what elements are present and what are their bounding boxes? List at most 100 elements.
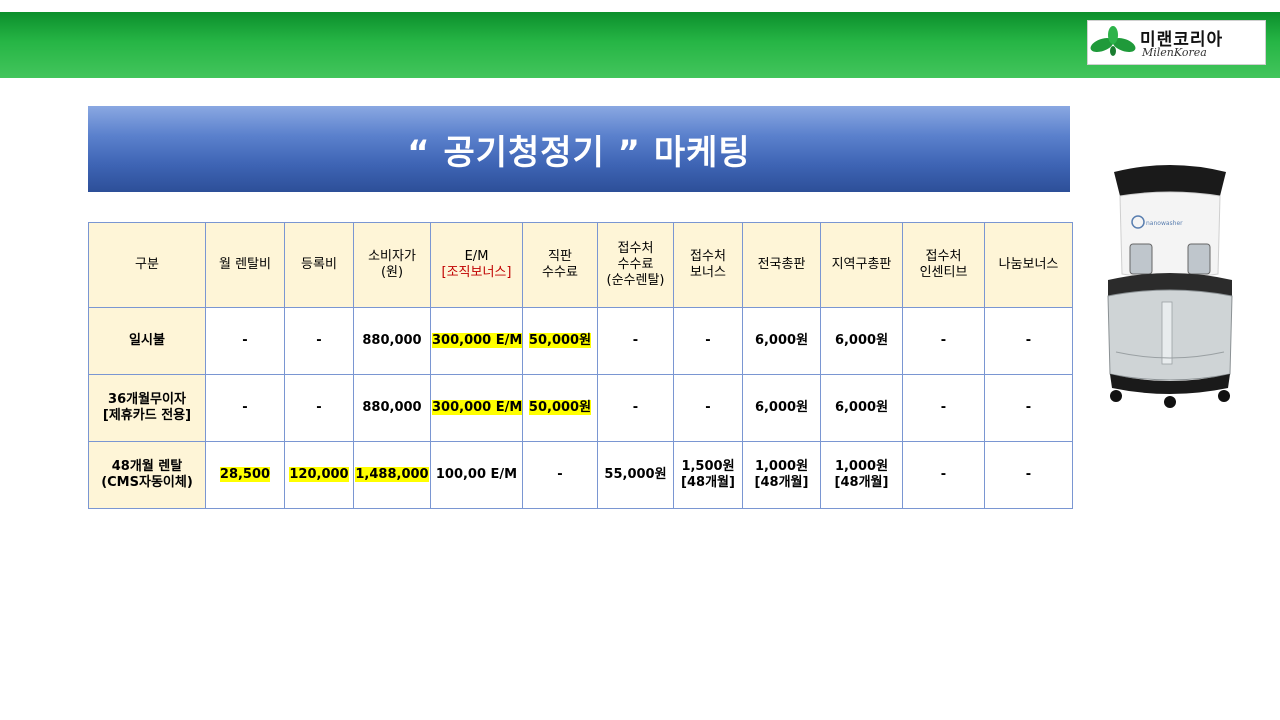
column-header: 월 렌탈비 bbox=[205, 222, 285, 308]
table-cell: 6,000원 bbox=[742, 307, 821, 375]
page-title: “ 공기청정기 ” 마케팅 bbox=[407, 132, 751, 173]
table-cell: 1,488,000 bbox=[353, 441, 431, 509]
cell-line: 접수처 bbox=[690, 249, 726, 264]
cell-line: 28,500 bbox=[219, 467, 271, 482]
column-header: 구분 bbox=[88, 222, 206, 308]
column-header: 접수처 수수료 (순수렌탈) bbox=[597, 222, 674, 308]
purifier-window-left bbox=[1129, 243, 1153, 275]
highlighted-value: 1,488,000 bbox=[355, 467, 429, 482]
cell-line: 100,00 E/M bbox=[435, 467, 518, 482]
column-header: 지역구총판 bbox=[820, 222, 903, 308]
cell-line: - bbox=[1025, 400, 1032, 415]
cell-line: 수수료 bbox=[542, 265, 578, 280]
cell-line: 50,000원 bbox=[528, 333, 592, 348]
table-cell: 6,000원 bbox=[742, 374, 821, 442]
table-cell: 28,500 bbox=[205, 441, 285, 509]
table-row: 일시불 - - 880,000 300,000 E/M 50,000원 - - 6,000원 6,… bbox=[88, 307, 1073, 375]
cell-line: 구분 bbox=[135, 257, 159, 272]
cell-line: 1,500원 bbox=[681, 459, 735, 474]
cell-line: [조직보너스] bbox=[441, 265, 512, 280]
wheel-left bbox=[1110, 390, 1122, 402]
cell-line: - bbox=[632, 333, 639, 348]
table-cell: 120,000 bbox=[284, 441, 354, 509]
cell-line: 6,000원 bbox=[834, 333, 889, 348]
cell-line: 50,000원 bbox=[528, 400, 592, 415]
table-cell: 300,000 E/M bbox=[430, 374, 523, 442]
cell-line: 직판 bbox=[548, 249, 572, 264]
table-cell: - bbox=[984, 374, 1073, 442]
table-cell: 50,000원 bbox=[522, 307, 598, 375]
cell-line: - bbox=[316, 400, 322, 415]
cell-line: 1,000원 bbox=[834, 459, 889, 474]
cell-line: 소비자가 bbox=[368, 249, 416, 264]
cell-line: 6,000원 bbox=[754, 400, 809, 415]
table-cell: 6,000원 bbox=[820, 374, 903, 442]
table-cell: - bbox=[597, 307, 674, 375]
table-cell: 880,000 bbox=[353, 307, 431, 375]
table-cell: 100,00 E/M bbox=[430, 441, 523, 509]
title-banner: “ 공기청정기 ” 마케팅 bbox=[88, 106, 1070, 192]
cell-line: 48개월 렌탈 bbox=[111, 459, 183, 474]
column-header: 등록비 bbox=[284, 222, 354, 308]
cell-line: (CMS자동이체) bbox=[101, 475, 193, 490]
row-label: 일시불 bbox=[88, 307, 206, 375]
cell-line: 880,000 bbox=[362, 333, 422, 348]
cell-line: - bbox=[940, 333, 947, 348]
highlighted-value: 300,000 E/M bbox=[432, 400, 522, 415]
product-brand-text: nanowasher bbox=[1146, 220, 1183, 227]
cell-line: 인센티브 bbox=[919, 265, 968, 280]
cell-line: 전국총판 bbox=[757, 257, 806, 272]
cell-line: - bbox=[705, 333, 711, 348]
column-header: 접수처 보너스 bbox=[673, 222, 743, 308]
highlighted-value: 28,500 bbox=[219, 467, 271, 482]
cell-line: (순수렌탈) bbox=[606, 273, 665, 288]
highlighted-value: 50,000원 bbox=[528, 333, 592, 348]
table-cell: 1,500원 [48개월] bbox=[673, 441, 743, 509]
table-cell: 55,000원 bbox=[597, 441, 674, 509]
cell-line: [48개월] bbox=[754, 475, 809, 490]
cell-line: [48개월] bbox=[834, 475, 889, 490]
cell-line: - bbox=[557, 467, 563, 482]
column-header: 나눔보너스 bbox=[984, 222, 1073, 308]
table-cell: - bbox=[984, 441, 1073, 509]
table-cell: - bbox=[284, 374, 354, 442]
cell-line: - bbox=[242, 333, 248, 348]
cell-line: 120,000 bbox=[289, 467, 349, 482]
cell-line: (원) bbox=[380, 265, 404, 280]
cell-line: 1,000원 bbox=[754, 459, 809, 474]
table-cell: - bbox=[673, 307, 743, 375]
cell-line: [제휴카드 전용] bbox=[102, 408, 192, 423]
cell-line: - bbox=[1025, 467, 1032, 482]
cell-line: - bbox=[242, 400, 248, 415]
column-header: 전국총판 bbox=[742, 222, 821, 308]
cell-line: 지역구총판 bbox=[831, 257, 892, 272]
table-cell: 6,000원 bbox=[820, 307, 903, 375]
wheel-right bbox=[1218, 390, 1230, 402]
cell-line: 접수처 bbox=[925, 249, 962, 264]
cell-line: 6,000원 bbox=[754, 333, 809, 348]
cell-line: - bbox=[316, 333, 322, 348]
table-header-row: 구분 월 렌탈비 등록비 소비자가 (원) E/M [조직보너스] 직판 수수료 접수처 수수료 (순… bbox=[88, 222, 1073, 308]
cell-line: 880,000 bbox=[362, 400, 422, 415]
purifier-window-right bbox=[1187, 243, 1211, 275]
cell-line: 등록비 bbox=[301, 257, 337, 272]
table-cell: - bbox=[284, 307, 354, 375]
leaf-logo-icon bbox=[1090, 26, 1136, 56]
cell-line: - bbox=[705, 400, 711, 415]
cell-line: 보너스 bbox=[690, 265, 726, 280]
company-logo: 미랜코리아 MilenKorea bbox=[1087, 20, 1266, 65]
cell-line: 월 렌탈비 bbox=[219, 257, 271, 272]
highlighted-value: 300,000 E/M bbox=[432, 333, 522, 348]
table-cell: 880,000 bbox=[353, 374, 431, 442]
row-label: 36개월무이자 [제휴카드 전용] bbox=[88, 374, 206, 442]
column-header: 접수처 인센티브 bbox=[902, 222, 985, 308]
cell-line: 300,000 E/M bbox=[432, 400, 523, 415]
table-cell: 1,000원 [48개월] bbox=[742, 441, 821, 509]
table-cell: - bbox=[984, 307, 1073, 375]
table-cell: - bbox=[205, 307, 285, 375]
logo-subtext: MilenKorea bbox=[1142, 46, 1207, 59]
cell-line: 1,488,000 bbox=[355, 467, 429, 482]
table-cell: 50,000원 bbox=[522, 374, 598, 442]
cell-line: E/M bbox=[464, 249, 489, 264]
highlighted-value: 120,000 bbox=[289, 467, 349, 482]
